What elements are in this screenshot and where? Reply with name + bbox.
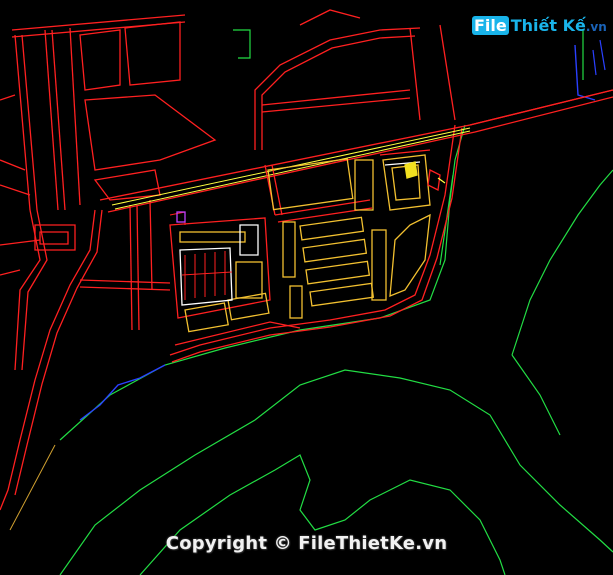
cad-site-plan (0, 0, 613, 575)
filethietke-logo: File Thiết Kế.vn (472, 12, 607, 40)
copyright-watermark: Copyright © FileThietKe.vn (165, 533, 448, 554)
yellow-feature (404, 161, 418, 179)
logo-file-text: File (472, 16, 509, 35)
logo-vn-text: .vn (585, 20, 607, 34)
logo-thietke-text: Thiết Kế (510, 16, 586, 35)
